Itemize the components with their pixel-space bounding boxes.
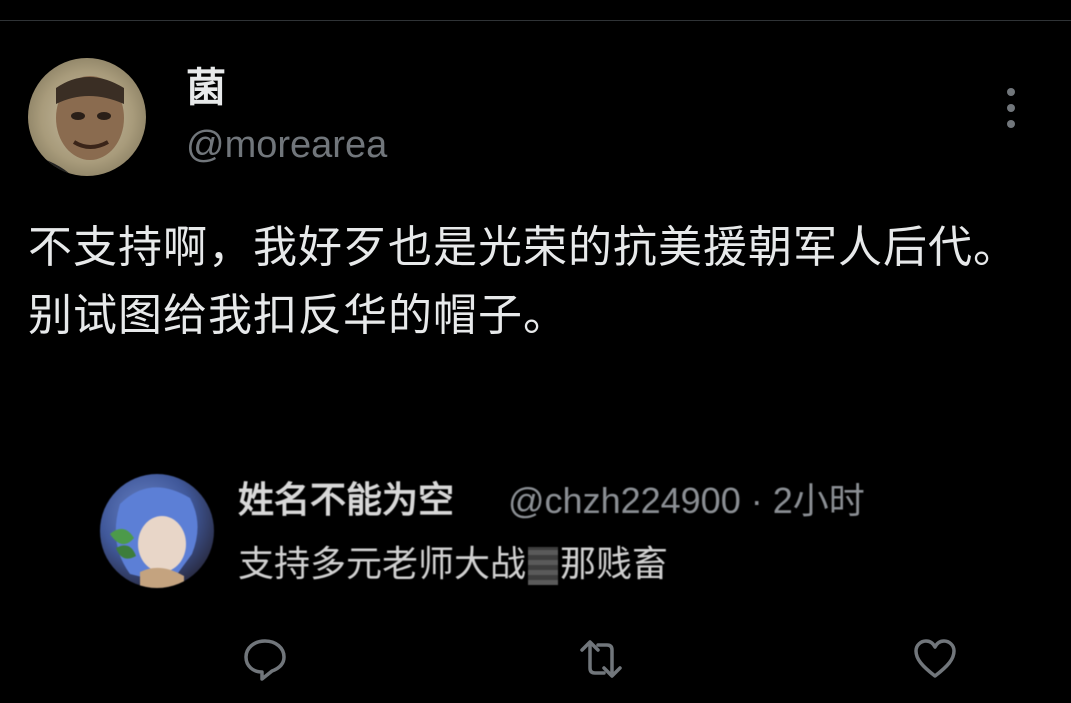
redaction-mosaic bbox=[528, 547, 559, 585]
reply-button[interactable] bbox=[242, 636, 288, 682]
more-dot-icon bbox=[1007, 120, 1015, 128]
heart-icon bbox=[914, 639, 956, 678]
quoted-text: 支持多元老师大战 那贱畜 bbox=[238, 542, 668, 588]
quoted-reply-screenshot: 姓名不能为空 @chzh224900 · 2小时 支持多元老师大战 那贱畜 bbox=[100, 472, 1000, 602]
tweet-text: 不支持啊，我好歹也是光荣的抗美援朝军人后代。别试图给我扣反华的帽子。 bbox=[28, 222, 1018, 341]
more-dot-icon bbox=[1007, 104, 1015, 112]
avatar[interactable] bbox=[28, 58, 146, 176]
user-handle[interactable]: @morearea bbox=[186, 122, 387, 168]
reply-icon bbox=[244, 639, 286, 681]
display-name[interactable]: 菌 bbox=[186, 64, 226, 112]
more-dot-icon bbox=[1007, 88, 1015, 96]
retweet-button[interactable] bbox=[578, 636, 624, 682]
quoted-meta: @chzh224900 · 2小时 bbox=[508, 480, 865, 521]
top-divider bbox=[0, 20, 1071, 21]
quoted-text-start: 支持多元老师大战 bbox=[238, 544, 527, 585]
like-button[interactable] bbox=[912, 636, 958, 682]
retweet-icon bbox=[580, 640, 622, 678]
quoted-display-name: 姓名不能为空 bbox=[238, 480, 455, 521]
more-options-button[interactable] bbox=[996, 86, 1026, 130]
quoted-text-end: 那贱畜 bbox=[560, 544, 669, 585]
quoted-avatar bbox=[100, 474, 214, 588]
